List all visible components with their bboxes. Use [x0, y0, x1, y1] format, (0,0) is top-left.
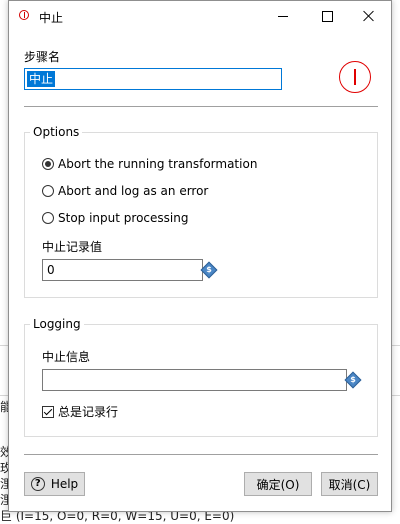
- window-title: 中止: [39, 11, 64, 25]
- radio-unselected-icon: [42, 185, 54, 197]
- threshold-label: 中止记录值: [42, 240, 103, 254]
- step-name-label: 步骤名: [24, 50, 61, 64]
- minimize-button[interactable]: [261, 1, 305, 31]
- title-bar[interactable]: 中止: [9, 1, 391, 31]
- close-icon: [363, 10, 375, 22]
- ok-label: 确定(O): [256, 477, 300, 492]
- step-name-value: 中止: [27, 71, 56, 87]
- close-button[interactable]: [347, 1, 391, 31]
- radio-unselected-icon: [42, 212, 54, 224]
- radio-label: Stop input processing: [58, 211, 189, 225]
- radio-selected-icon: [42, 158, 54, 170]
- cancel-button[interactable]: 取消(C): [321, 472, 378, 496]
- abort-icon: [19, 10, 29, 20]
- always-log-checkbox[interactable]: 总是记录行: [42, 403, 118, 420]
- radio-label: Abort the running transformation: [58, 157, 258, 171]
- help-icon: ?: [30, 477, 45, 491]
- step-name-input[interactable]: 中止: [24, 68, 282, 90]
- radio-abort-transformation[interactable]: Abort the running transformation: [42, 157, 257, 171]
- help-label: Help: [50, 477, 79, 491]
- maximize-icon: [321, 10, 333, 22]
- message-label: 中止信息: [42, 350, 91, 364]
- checkbox-checked-icon: [42, 405, 54, 418]
- threshold-input[interactable]: 0: [42, 259, 203, 281]
- threshold-value: 0: [47, 263, 55, 277]
- abort-step-icon: [339, 61, 371, 93]
- abort-dialog: 中止 步骤名 中止 Options Abort the running tran…: [8, 0, 392, 512]
- maximize-button[interactable]: [305, 1, 349, 31]
- minimize-icon: [278, 15, 288, 17]
- message-input[interactable]: [42, 369, 347, 391]
- separator: [24, 106, 378, 107]
- logging-group-title: Logging: [30, 317, 84, 331]
- radio-stop-input[interactable]: Stop input processing: [42, 211, 188, 225]
- cancel-label: 取消(C): [328, 477, 371, 492]
- always-log-label: 总是记录行: [58, 405, 119, 419]
- ok-button[interactable]: 确定(O): [244, 472, 312, 496]
- radio-abort-log-error[interactable]: Abort and log as an error: [42, 184, 208, 198]
- options-group-title: Options: [30, 125, 83, 139]
- radio-label: Abort and log as an error: [58, 184, 209, 198]
- separator: [24, 454, 378, 455]
- help-button[interactable]: ? Help: [24, 472, 85, 496]
